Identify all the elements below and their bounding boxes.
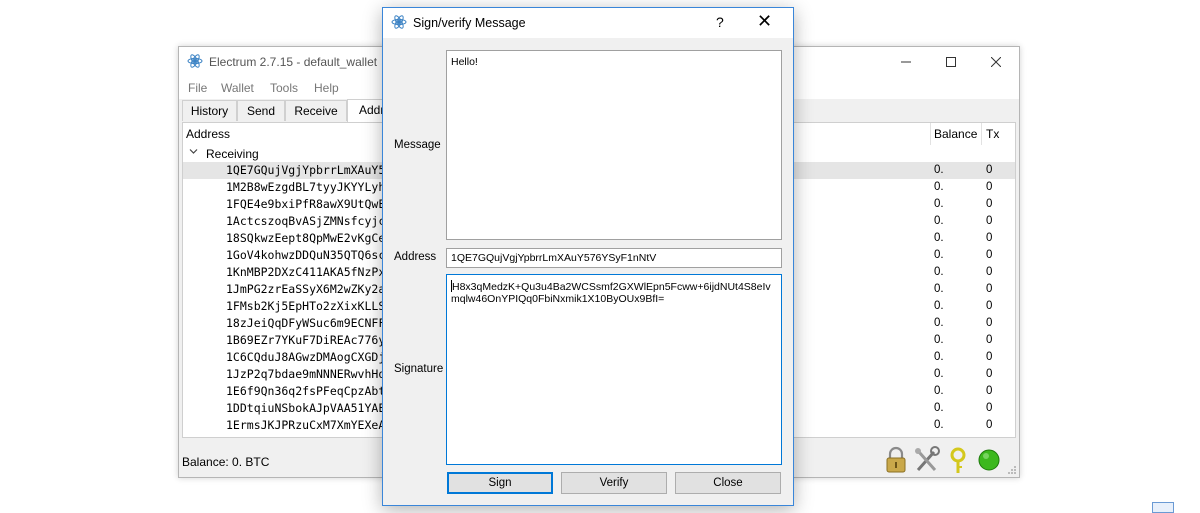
tab-addresses[interactable]: Addr: [347, 99, 387, 122]
sign-verify-dialog: Sign/verify Message ? ✕ Message Hello! A…: [382, 7, 794, 506]
status-balance: Balance: 0. BTC: [182, 455, 270, 469]
signature-line-2: mqlw46OnYPIQq0FbiNxmik1X10ByOUx9BfI=: [451, 293, 665, 305]
row-address: 1JmPG2zrEaSSyX6M2wZKy2a: [226, 282, 386, 296]
row-address: 1C6CQduJ8AGwzDMAogCXGDj: [226, 350, 386, 364]
tab-receive[interactable]: Receive: [285, 100, 347, 121]
row-tx-count: 0: [986, 334, 993, 346]
column-header-address[interactable]: Address: [186, 127, 230, 141]
row-balance: 0.: [934, 283, 944, 295]
row-address: 1DDtqiuNSbokAJpVAA51YAE: [226, 401, 386, 415]
signature-textarea[interactable]: H8x3qMedzK+Qu3u4Ba2WCSsmf2GXWlEpn5Fcww+6…: [446, 274, 782, 465]
row-address: 18zJeiQqDFyWSuc6m9ECNFF: [226, 316, 386, 330]
electrum-logo-icon: [391, 15, 407, 29]
message-text: Hello!: [451, 56, 478, 68]
network-status-icon[interactable]: [975, 445, 1003, 475]
receiving-group-label: Receiving: [206, 147, 259, 161]
row-address: 1B69EZr7YKuF7DiREAc776y: [226, 333, 386, 347]
resize-grip-icon[interactable]: [1007, 465, 1017, 475]
row-tx-count: 0: [986, 164, 993, 176]
menu-tools[interactable]: Tools: [270, 81, 298, 95]
row-address: 1FMsb2Kj5EpHTo2zXixKLLS: [226, 299, 386, 313]
row-balance: 0.: [934, 402, 944, 414]
signature-line-1: H8x3qMedzK+Qu3u4Ba2WCSsmf2GXWlEpn5Fcww+6…: [452, 281, 771, 293]
row-address: 1ActcszoqBvASjZMNsfcyjc: [226, 214, 386, 228]
menu-file[interactable]: File: [188, 81, 207, 95]
sign-button[interactable]: Sign: [447, 472, 553, 494]
dialog-close-button[interactable]: ✕: [757, 11, 772, 32]
row-tx-count: 0: [986, 215, 993, 227]
row-tx-count: 0: [986, 419, 993, 431]
row-tx-count: 0: [986, 402, 993, 414]
address-label: Address: [394, 251, 437, 263]
row-balance: 0.: [934, 164, 944, 176]
address-input[interactable]: 1QE7GQujVgjYpbrrLmXAuY576YSyF1nNtV: [446, 248, 782, 268]
row-balance: 0.: [934, 300, 944, 312]
menu-help[interactable]: Help: [314, 81, 339, 95]
row-balance: 0.: [934, 351, 944, 363]
row-tx-count: 0: [986, 300, 993, 312]
message-textarea[interactable]: Hello!: [446, 50, 782, 240]
row-address: 1KnMBP2DXzC411AKA5fNzPx: [226, 265, 386, 279]
row-address: 1JzP2q7bdae9mNNNERwvhHq: [226, 367, 386, 381]
help-button[interactable]: ?: [716, 14, 724, 30]
window-close-button[interactable]: [973, 47, 1018, 77]
seed-icon[interactable]: [944, 445, 972, 475]
row-balance: 0.: [934, 198, 944, 210]
minimize-icon: [900, 61, 911, 63]
maximize-button[interactable]: [928, 47, 973, 77]
row-address: 1E6f9Qn36q2fsPFeqCpzAbt: [226, 384, 386, 398]
row-address: 1QE7GQujVgjYpbrrLmXAuY5: [226, 163, 386, 177]
column-divider: [930, 123, 931, 145]
dialog-titlebar: Sign/verify Message ? ✕: [383, 8, 793, 38]
row-tx-count: 0: [986, 317, 993, 329]
row-address: 1ErmsJKJPRzuCxM7XmYEXeA: [226, 418, 386, 432]
address-value: 1QE7GQujVgjYpbrrLmXAuY576YSyF1nNtV: [451, 252, 657, 264]
column-divider: [981, 123, 982, 145]
electrum-logo-icon: [187, 54, 203, 68]
message-label: Message: [394, 139, 441, 151]
row-balance: 0.: [934, 368, 944, 380]
row-balance: 0.: [934, 249, 944, 261]
row-address: 1M2B8wEzgdBL7tyyJKYYLyh: [226, 180, 386, 194]
row-balance: 0.: [934, 385, 944, 397]
main-window-title: Electrum 2.7.15 - default_wallet: [209, 55, 378, 69]
menu-wallet[interactable]: Wallet: [221, 81, 254, 95]
row-tx-count: 0: [986, 198, 993, 210]
close-button[interactable]: Close: [675, 472, 781, 494]
signature-label: Signature: [394, 363, 444, 375]
padlock-icon[interactable]: [882, 445, 910, 475]
row-balance: 0.: [934, 181, 944, 193]
column-header-balance[interactable]: Balance: [934, 127, 977, 141]
verify-button[interactable]: Verify: [561, 472, 667, 494]
column-header-tx[interactable]: Tx: [986, 127, 999, 141]
row-balance: 0.: [934, 266, 944, 278]
row-tx-count: 0: [986, 181, 993, 193]
taskbar-corner-widget[interactable]: [1152, 502, 1174, 513]
minimize-button[interactable]: [883, 47, 928, 77]
row-tx-count: 0: [986, 351, 993, 363]
row-address: 1GoV4kohwzDDQuN35QTQ6sc: [226, 248, 386, 262]
row-balance: 0.: [934, 419, 944, 431]
row-balance: 0.: [934, 215, 944, 227]
row-balance: 0.: [934, 334, 944, 346]
row-tx-count: 0: [986, 283, 993, 295]
close-icon: [990, 57, 1001, 67]
tab-history[interactable]: History: [182, 100, 237, 121]
row-tx-count: 0: [986, 249, 993, 261]
preferences-icon[interactable]: [913, 445, 941, 475]
row-tx-count: 0: [986, 232, 993, 244]
dialog-title: Sign/verify Message: [413, 16, 526, 30]
chevron-down-icon[interactable]: [189, 147, 198, 159]
row-balance: 0.: [934, 317, 944, 329]
row-tx-count: 0: [986, 385, 993, 397]
row-address: 1FQE4e9bxiPfR8awX9UtQwE: [226, 197, 386, 211]
row-balance: 0.: [934, 232, 944, 244]
tab-send[interactable]: Send: [237, 100, 285, 121]
maximize-icon: [945, 57, 956, 67]
row-tx-count: 0: [986, 368, 993, 380]
row-tx-count: 0: [986, 266, 993, 278]
row-address: 18SQkwzEept8QpMwE2vKgCe: [226, 231, 386, 245]
